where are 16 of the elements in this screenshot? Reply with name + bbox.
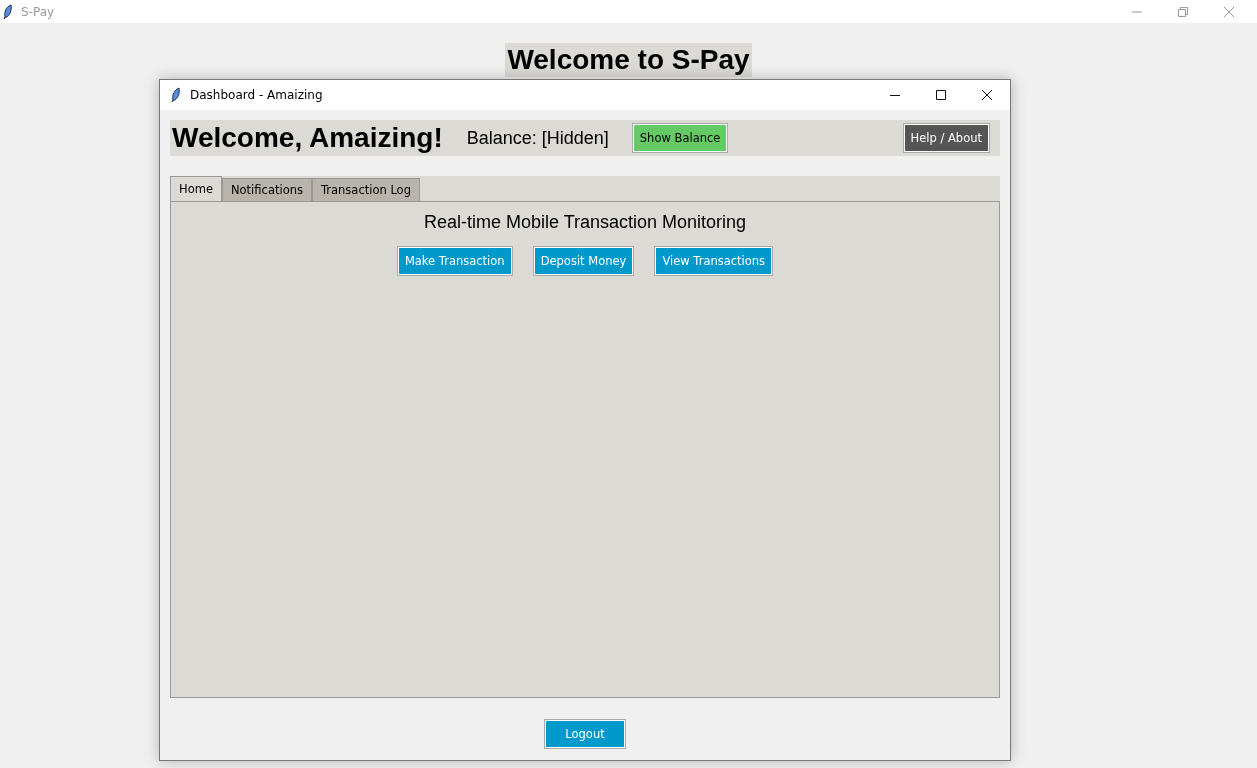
- help-button[interactable]: Help / About: [902, 123, 990, 153]
- page-heading: Welcome to S-Pay: [506, 43, 751, 77]
- feather-icon: [171, 87, 181, 103]
- panel-heading: Real-time Mobile Transaction Monitoring: [423, 212, 747, 233]
- feather-icon: [3, 3, 13, 20]
- close-icon[interactable]: [981, 89, 993, 101]
- tab[interactable]: Notifications: [221, 178, 312, 201]
- show-balance-button[interactable]: Show Balance: [631, 123, 729, 153]
- balance-text: Balance: [Hidden]: [466, 127, 609, 149]
- tab[interactable]: Transaction Log: [311, 178, 420, 201]
- window-title: Dashboard - Amaizing: [190, 88, 323, 102]
- tab[interactable]: Home: [170, 176, 222, 201]
- window-title: S-Pay: [21, 4, 55, 19]
- welcome-text: Welcome, Amaizing!: [172, 122, 443, 154]
- restore-icon[interactable]: [1177, 5, 1189, 18]
- maximize-icon[interactable]: [935, 89, 947, 101]
